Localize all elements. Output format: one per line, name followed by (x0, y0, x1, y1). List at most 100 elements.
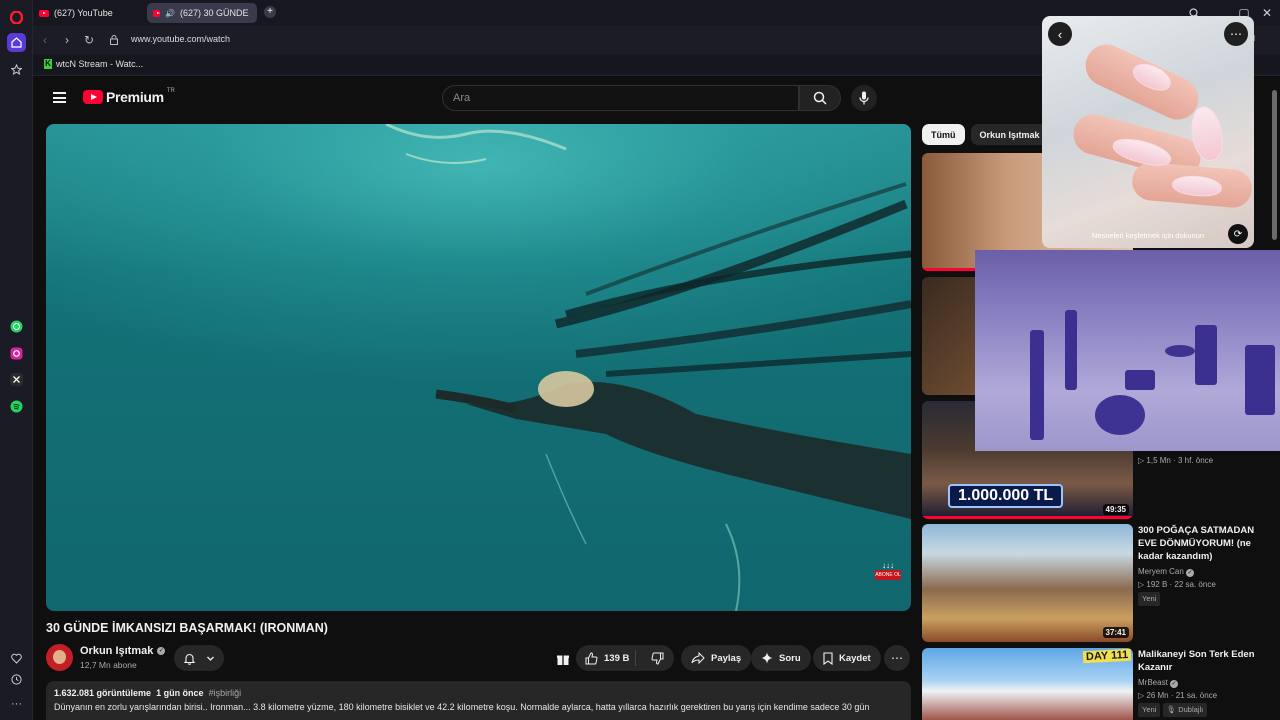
thumbs-down-icon (651, 652, 664, 664)
upload-age: 1 gün önce (156, 688, 204, 698)
rec-title-5[interactable]: Malikaneyi Son Terk Eden Kazanır (1138, 648, 1256, 674)
dislike-button[interactable] (642, 652, 674, 665)
rec-channel-5[interactable]: MrBeast ✓ (1138, 677, 1179, 689)
instagram-icon[interactable] (7, 344, 26, 363)
rec-thumbnail-4[interactable]: 37:41 (922, 524, 1133, 642)
rec-meta-1: ▷ 1,5 Mn · 3 hf. önce (1138, 455, 1213, 467)
opera-logo-icon[interactable] (7, 8, 26, 27)
bookmarks-star-icon[interactable] (7, 60, 26, 79)
more-options-icon[interactable]: ⋯ (1224, 22, 1248, 46)
bell-icon (184, 653, 196, 665)
rec-badge-4: Yeni (1138, 592, 1161, 606)
rec-channel-4[interactable]: Meryem Can ✓ (1138, 566, 1195, 578)
heart-icon[interactable] (7, 649, 26, 668)
rec-title-4[interactable]: 300 POĞAÇA SATMADAN EVE DÖNMÜYORUM! (ne … (1138, 524, 1256, 563)
search-input[interactable] (443, 86, 798, 110)
ask-label: Soru (779, 652, 801, 664)
thanks-gift-icon[interactable] (555, 651, 571, 667)
bookmark-save-icon (823, 651, 833, 665)
table-surface (975, 250, 1280, 320)
spotify-icon[interactable] (7, 397, 26, 416)
thumbs-up-icon (585, 652, 598, 664)
subscribe-overlay[interactable]: ↓↓↓ ABONE OL (875, 561, 901, 595)
channel-avatar[interactable] (46, 644, 73, 671)
like-button[interactable]: 139 B (576, 650, 636, 666)
subscribe-overlay-text: ABONE OL (875, 570, 901, 580)
description-text: Dünyanın en zorlu yarışlarından birisi..… (54, 702, 870, 712)
opera-sidebar: ··· (0, 0, 33, 720)
voice-search-button[interactable] (851, 85, 877, 111)
tab-current-video[interactable]: 🔊 (627) 30 GÜNDE İMKA... (147, 3, 257, 23)
scrollbar-thumb[interactable] (1272, 90, 1277, 240)
dubbed-badge: 🎙 Dublajlı (1162, 703, 1208, 717)
like-dislike-group: 139 B (576, 645, 674, 671)
gel-jar-shape (1165, 345, 1195, 357)
play-count-icon: ▷ (1138, 456, 1145, 465)
hamburger-menu-icon[interactable] (53, 92, 66, 103)
x-twitter-icon[interactable] (7, 370, 26, 389)
history-clock-icon[interactable] (7, 670, 26, 689)
ask-button[interactable]: Soru (751, 645, 811, 671)
video-title: 30 GÜNDE İMKANSIZI BAŞARMAK! (IRONMAN) (46, 621, 328, 635)
floating-video-panel[interactable]: ‹ ⋯ Nesneleri keşfetmek için dokunun ⟳ (1042, 16, 1254, 248)
description-box[interactable]: 1.632.081 görüntüleme 1 gün önce #işbirl… (46, 681, 911, 720)
channel-name-text: Orkun Işıtmak (80, 645, 154, 657)
thumbnail-progress (922, 516, 1133, 519)
rec-meta-5: ▷ 26 Mn · 21 sa. önce (1138, 690, 1217, 702)
back-icon[interactable]: ‹ (37, 32, 53, 48)
url-field[interactable]: www.youtube.com/watch (131, 34, 230, 44)
tab-label: (627) 30 GÜNDE İMKA... (180, 8, 251, 18)
back-arrow-icon[interactable]: ‹ (1048, 22, 1072, 46)
more-dots-icon[interactable]: ··· (7, 694, 26, 713)
rec-thumbnail-5[interactable]: DAY 111 (922, 648, 1133, 720)
search-box (442, 85, 799, 111)
visual-search-icon[interactable]: ⟳ (1228, 224, 1248, 244)
subscription-bell-button[interactable] (174, 645, 224, 671)
new-badge: Yeni (1138, 592, 1161, 606)
youtube-play-logo-icon (83, 90, 103, 104)
polish-bottle-shape (1125, 370, 1155, 390)
play-count-icon: ▷ (1138, 580, 1145, 589)
thumbnail-progress (922, 268, 982, 271)
rec-badge-5: Yeni 🎙 Dublajlı (1138, 703, 1208, 717)
video-player[interactable]: ↓↓↓ ABONE OL (46, 124, 911, 611)
hashtag-link[interactable]: #işbirliği (209, 688, 242, 698)
logo-text: Premium (106, 89, 164, 105)
tab-youtube-home[interactable]: (627) YouTube (33, 3, 143, 23)
share-arrow-icon (691, 652, 705, 664)
polish-bottle-shape (1195, 325, 1217, 385)
youtube-premium-logo[interactable]: Premium TR (83, 88, 175, 105)
dubbed-audio-icon: 🎙 (1166, 705, 1177, 714)
search-icon (813, 91, 827, 105)
sparkle-icon (761, 652, 773, 664)
home-icon[interactable] (7, 33, 26, 52)
close-window-icon[interactable]: ✕ (1259, 5, 1275, 21)
rec-meta-4: ▷ 192 B · 22 sa. önce (1138, 579, 1216, 591)
chip-all[interactable]: Tümü (922, 124, 965, 145)
description-meta: 1.632.081 görüntüleme 1 gün önce #işbirl… (54, 688, 903, 698)
play-count-icon: ▷ (1138, 691, 1145, 700)
chevron-down-icon (206, 656, 214, 661)
bookmark-wtcn[interactable]: K wtcN Stream - Watc... (44, 59, 143, 69)
rec-meta-text: 26 Mn · 21 sa. önce (1146, 691, 1218, 700)
share-button[interactable]: Paylaş (681, 645, 752, 671)
more-actions-button[interactable]: ⋯ (884, 645, 910, 671)
channel-name[interactable]: Orkun Işıtmak ✓ (80, 645, 166, 657)
like-count: 139 B (604, 652, 630, 664)
youtube-favicon-icon (153, 9, 161, 17)
kick-favicon-icon: K (44, 59, 52, 69)
rec-meta-text: 1,5 Mn · 3 hf. önce (1146, 456, 1214, 465)
rec-thumbnail-text: 1.000.000 TL (948, 484, 1064, 508)
save-button[interactable]: Kaydet (813, 645, 881, 671)
forward-icon[interactable]: › (59, 32, 75, 48)
whatsapp-icon[interactable] (7, 317, 26, 336)
reload-icon[interactable]: ↻ (81, 32, 97, 48)
audio-playing-icon[interactable]: 🔊 (165, 9, 175, 18)
rec-meta-text: 192 B · 22 sa. önce (1146, 580, 1216, 589)
floating-photo-panel[interactable] (975, 250, 1280, 451)
save-label: Kaydet (839, 652, 871, 664)
new-tab-button[interactable]: + (264, 6, 276, 18)
rec-channel-text: MrBeast (1138, 678, 1168, 687)
rec-thumbnail-text: DAY 111 (1082, 648, 1132, 664)
search-button[interactable] (799, 85, 841, 111)
